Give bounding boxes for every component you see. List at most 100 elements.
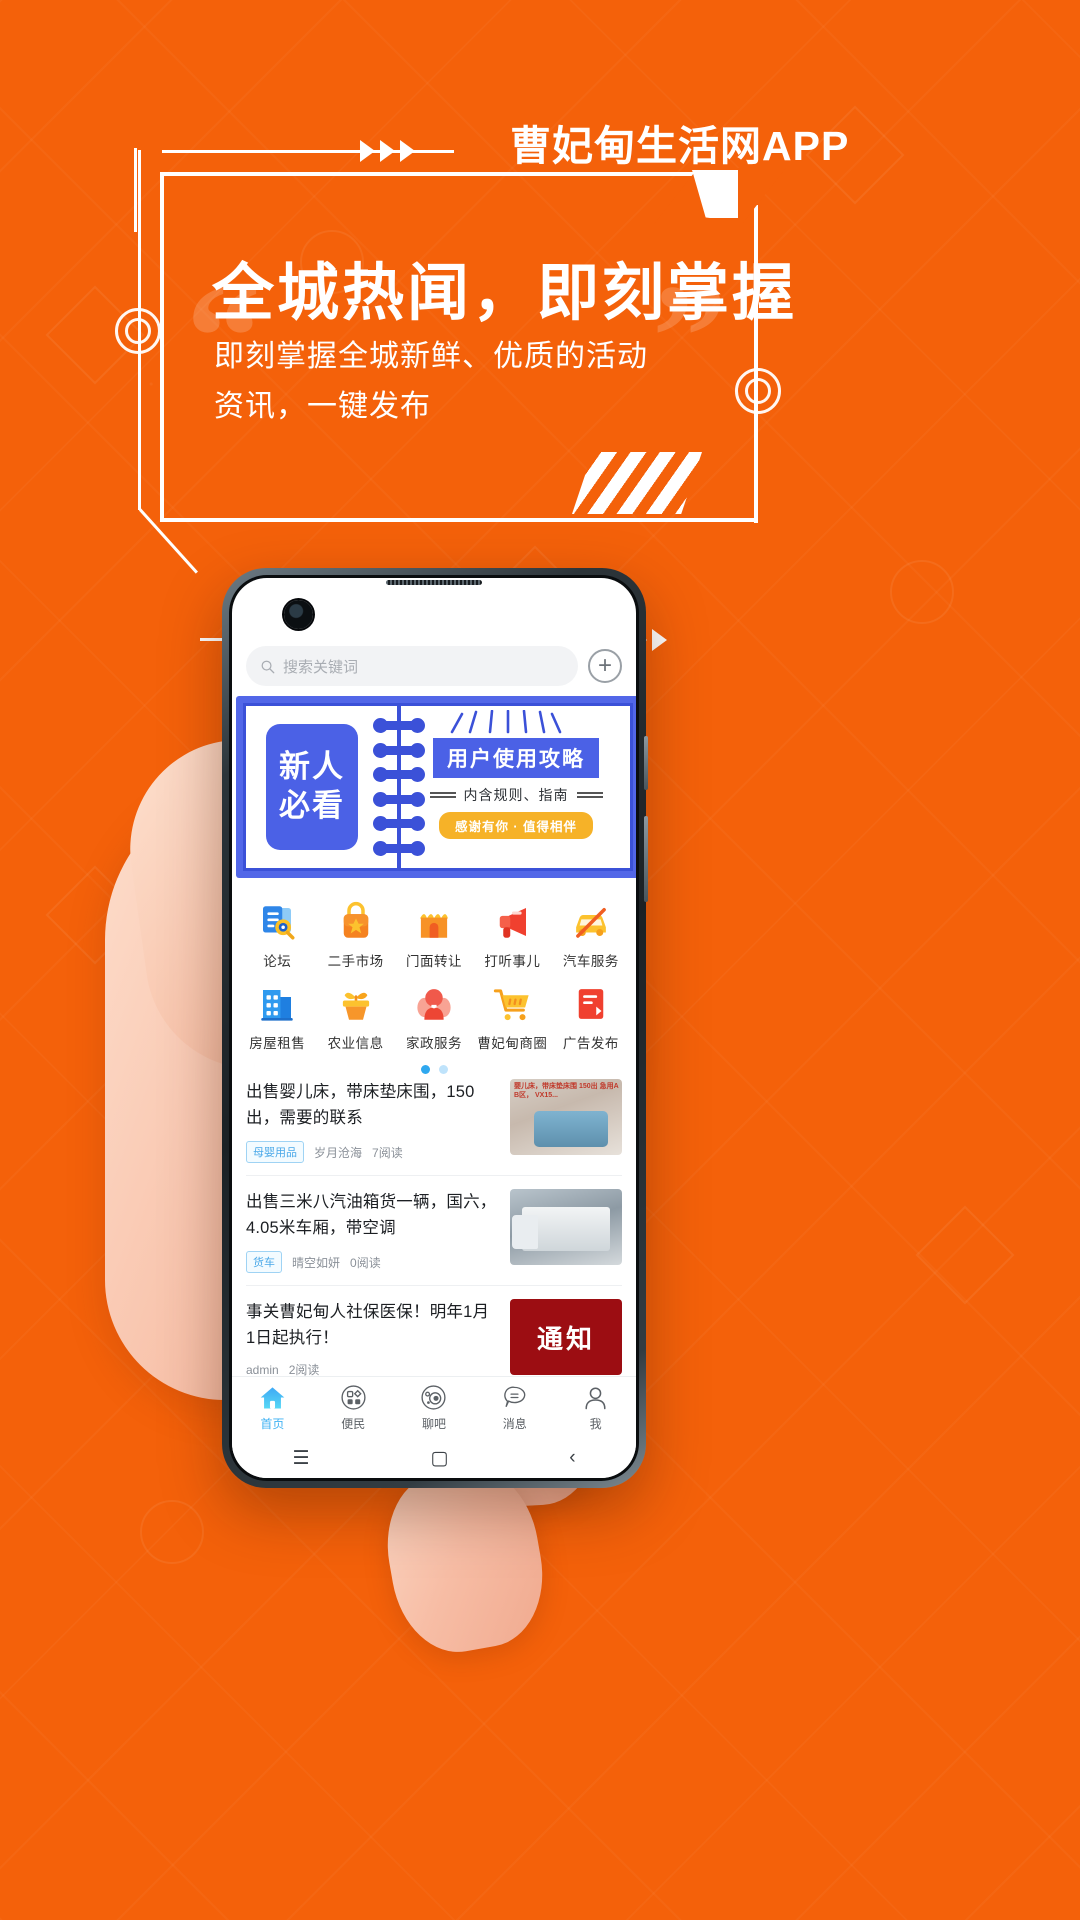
service-label: 汽车服务 (562, 954, 619, 969)
tab-home[interactable]: 首页 (232, 1384, 313, 1432)
article-main: 出售婴儿床，带床垫床围，150出，需要的联系 母婴用品 岁月沧海 7阅读 (246, 1079, 498, 1163)
article-title: 出售三米八汽油箱货一辆，国六，4.05米车厢，带空调 (246, 1193, 497, 1237)
service-storefront[interactable]: 门面转让 (395, 892, 473, 974)
service-grid-row: 房屋租售 农业信息 家政服务 曹妃甸商圈 广告发布 (238, 974, 630, 1056)
plus-icon: + (597, 652, 612, 679)
article-tag: 货车 (246, 1251, 282, 1273)
service-business-circle[interactable]: 曹妃甸商圈 (473, 974, 551, 1056)
search-input[interactable]: 搜索关键词 (246, 646, 578, 686)
arrow-head-icon (652, 629, 667, 651)
phone-screen: 搜索关键词 + 新人 必看 用户使用攻略 内含规则、指南 感谢有你 · 值得相伴… (232, 578, 636, 1478)
thumbnail-notice-text: 通知 (536, 1323, 595, 1354)
banner-subtitle-row: 内含规则、指南 (429, 785, 603, 805)
housekeeper-icon (417, 989, 451, 1020)
banner-badge-line1: 新人 (279, 749, 345, 785)
home-nav-icon[interactable]: ▢ (430, 1447, 448, 1470)
arrow-head-icon (360, 140, 375, 162)
shopping-cart-icon (494, 989, 530, 1021)
article-title: 出售婴儿床，带床垫床围，150出，需要的联系 (246, 1083, 475, 1127)
front-camera (284, 600, 313, 629)
service-label: 广告发布 (562, 1036, 619, 1051)
spiral-ring (373, 718, 425, 734)
banner-badge: 新人 必看 (266, 724, 358, 850)
service-forum[interactable]: 论坛 (238, 892, 316, 974)
document-search-icon (263, 906, 295, 940)
thumbnail-truck-cab (512, 1215, 538, 1249)
banner-badge-line2: 必看 (279, 788, 345, 823)
hero-subline: 即刻掌握全城新鲜、优质的活动 资讯，一键发布 (214, 332, 684, 432)
article-read-count: 0阅读 (350, 1255, 381, 1270)
thumbnail-crib-shape (534, 1111, 608, 1147)
search-row: 搜索关键词 + (232, 640, 636, 692)
article-meta: 母婴用品 岁月沧海 7阅读 (246, 1141, 498, 1163)
spiral-ring (373, 791, 425, 807)
service-grid: 论坛 二手市场 门面转让 打听事儿 汽车服务 房屋租售 农业信息 家政服务 曹妃… (232, 882, 636, 1080)
banner-left: 新人 必看 (246, 706, 378, 868)
article-list: 出售婴儿床，带床垫床围，150出，需要的联系 母婴用品 岁月沧海 7阅读 婴儿床… (232, 1066, 636, 1391)
tab-services[interactable]: 便民 (313, 1384, 394, 1432)
chat-bubble-icon (504, 1386, 526, 1407)
search-placeholder: 搜索关键词 (283, 658, 359, 676)
divider-dash (429, 791, 456, 798)
service-ask[interactable]: 打听事儿 (473, 892, 551, 974)
service-label: 曹妃甸商圈 (477, 1036, 548, 1051)
service-label: 农业信息 (327, 1036, 384, 1051)
service-secondhand[interactable]: 二手市场 (316, 892, 394, 974)
tab-profile[interactable]: 我 (555, 1384, 636, 1432)
person-icon (585, 1386, 606, 1409)
banner-pill: 感谢有你 · 值得相伴 (438, 811, 594, 839)
service-label: 论坛 (263, 954, 292, 969)
phone-power-button[interactable] (644, 736, 648, 790)
phone-volume-button[interactable] (644, 816, 648, 902)
app-title: 曹妃甸生活网APP (510, 123, 850, 169)
article-main: 出售三米八汽油箱货一辆，国六，4.05米车厢，带空调 货车 晴空如妍 0阅读 (246, 1189, 498, 1273)
hero-section: 曹妃甸生活网APP “ ” 全城热闻，即刻掌握 即刻掌握全城新鲜、优质的活动 资… (0, 0, 1080, 651)
service-grid-row: 论坛 二手市场 门面转让 打听事儿 汽车服务 (238, 892, 630, 974)
decor-circle (140, 1500, 204, 1564)
tab-messages[interactable]: 消息 (474, 1384, 555, 1432)
article-thumbnail[interactable]: 婴儿床，带床垫床围 150出 急用A B区， VX15... (510, 1079, 622, 1155)
article-tag: 母婴用品 (246, 1141, 304, 1163)
search-icon (261, 660, 275, 673)
spiral-ring (373, 767, 425, 783)
article-thumbnail[interactable] (510, 1189, 622, 1265)
article-author: 岁月沧海 (314, 1145, 363, 1160)
add-post-button[interactable]: + (588, 649, 622, 683)
arrow-head-icon (380, 140, 395, 162)
service-housekeeping[interactable]: 家政服务 (395, 974, 473, 1056)
car-icon (575, 908, 606, 938)
tab-chat-room[interactable]: 聊吧 (394, 1384, 475, 1432)
article-row[interactable]: 出售三米八汽油箱货一辆，国六，4.05米车厢，带空调 货车 晴空如妍 0阅读 (246, 1176, 622, 1286)
article-row[interactable]: 出售婴儿床，带床垫床围，150出，需要的联系 母婴用品 岁月沧海 7阅读 婴儿床… (246, 1066, 622, 1176)
thumbnail-overlay-text: 婴儿床，带床垫床围 150出 急用A B区， VX15... (514, 1083, 619, 1099)
service-car[interactable]: 汽车服务 (552, 892, 630, 974)
phone-bezel: 搜索关键词 + 新人 必看 用户使用攻略 内含规则、指南 感谢有你 · 值得相伴… (229, 575, 639, 1481)
article-author: admin (246, 1362, 279, 1377)
tab-label: 聊吧 (421, 1416, 446, 1431)
tab-label: 便民 (341, 1416, 366, 1431)
article-thumbnail[interactable]: 通知 (510, 1299, 622, 1375)
service-housing[interactable]: 房屋租售 (238, 974, 316, 1056)
article-author: 晴空如妍 (292, 1255, 341, 1270)
promo-banner[interactable]: 新人 必看 用户使用攻略 内含规则、指南 感谢有你 · 值得相伴 (236, 696, 636, 878)
article-title: 事关曹妃甸人社保医保！明年1月1日起执行！ (246, 1303, 490, 1347)
service-agriculture[interactable]: 农业信息 (316, 974, 394, 1056)
article-main: 事关曹妃甸人社保医保！明年1月1日起执行！ admin 2阅读 (246, 1299, 498, 1378)
orbit-circle-icon (421, 1384, 447, 1410)
back-icon[interactable]: ‹ (569, 1447, 575, 1469)
bottom-tab-bar: 首页 便民 聊吧 消息 我 (232, 1376, 636, 1438)
tab-label: 我 (589, 1416, 602, 1431)
service-advertising[interactable]: 广告发布 (552, 974, 630, 1056)
divider-dash (576, 791, 603, 798)
earpiece-speaker (386, 580, 482, 585)
service-label: 二手市场 (327, 954, 384, 969)
article-read-count: 7阅读 (372, 1145, 403, 1160)
service-label: 门面转让 (406, 954, 463, 969)
shopping-bag-star-icon (343, 901, 368, 938)
recents-icon[interactable]: ☰ (292, 1447, 309, 1470)
service-label: 家政服务 (406, 1036, 463, 1051)
storefront-icon (420, 914, 449, 938)
tab-label: 首页 (260, 1416, 285, 1431)
arrow-head-icon (400, 140, 415, 162)
hatch-decoration (572, 452, 702, 514)
